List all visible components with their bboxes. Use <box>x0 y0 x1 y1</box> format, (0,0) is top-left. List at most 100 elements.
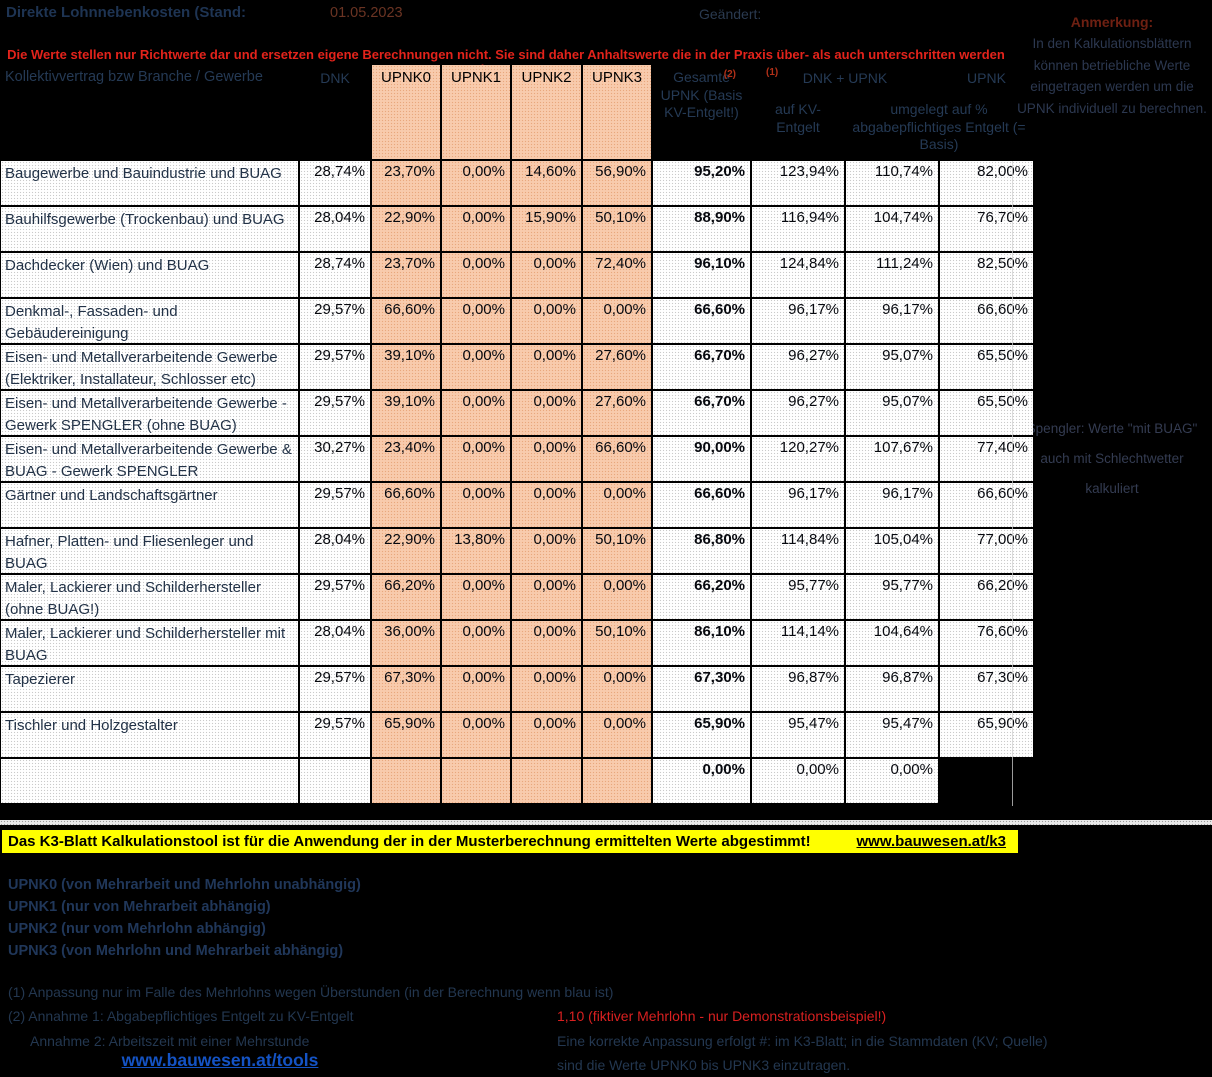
value-cell[interactable]: 67,30% <box>940 667 1033 711</box>
header-right-group[interactable]: DNK + UPNK (1) UPNK auf KV-Entgelt umgel… <box>752 65 1033 159</box>
value-cell[interactable] <box>583 759 651 803</box>
value-cell[interactable]: 96,27% <box>752 391 844 435</box>
header-upnk1[interactable]: UPNK1 <box>442 65 510 159</box>
value-cell[interactable]: 67,30% <box>372 667 440 711</box>
value-cell[interactable]: 29,57% <box>300 391 370 435</box>
header-upnk0[interactable]: UPNK0 <box>372 65 440 159</box>
value-cell[interactable]: 56,90% <box>583 161 651 205</box>
value-cell[interactable]: 96,10% <box>653 253 750 297</box>
value-cell[interactable]: 66,60% <box>372 299 440 343</box>
value-cell[interactable]: 0,00% <box>583 667 651 711</box>
value-cell[interactable]: 29,57% <box>300 345 370 389</box>
value-cell[interactable] <box>940 759 1033 803</box>
value-cell[interactable]: 0,00% <box>442 161 510 205</box>
row-label-cell[interactable] <box>1 759 298 803</box>
value-cell[interactable]: 66,70% <box>653 345 750 389</box>
value-cell[interactable]: 28,04% <box>300 621 370 665</box>
value-cell[interactable]: 0,00% <box>512 483 581 527</box>
row-label-cell[interactable]: Baugewerbe und Bauindustrie und BUAG <box>1 161 298 205</box>
value-cell[interactable]: 76,70% <box>940 207 1033 251</box>
value-cell[interactable]: 66,20% <box>940 575 1033 619</box>
value-cell[interactable]: 39,10% <box>372 391 440 435</box>
row-label-cell[interactable]: Eisen- und Metallverarbeitende Gewerbe &… <box>1 437 298 481</box>
value-cell[interactable]: 96,17% <box>846 299 938 343</box>
row-label-cell[interactable]: Gärtner und Landschaftsgärtner <box>1 483 298 527</box>
value-cell[interactable]: 0,00% <box>442 207 510 251</box>
value-cell[interactable]: 0,00% <box>512 621 581 665</box>
value-cell[interactable]: 0,00% <box>846 759 938 803</box>
row-label-cell[interactable]: Maler, Lackierer und Schilderhersteller … <box>1 575 298 619</box>
value-cell[interactable]: 0,00% <box>442 483 510 527</box>
k3-link[interactable]: www.bauwesen.at/k3 <box>857 833 1007 850</box>
value-cell[interactable]: 66,20% <box>372 575 440 619</box>
value-cell[interactable]: 0,00% <box>442 345 510 389</box>
value-cell[interactable]: 96,27% <box>752 345 844 389</box>
value-cell[interactable]: 95,07% <box>846 391 938 435</box>
value-cell[interactable]: 29,57% <box>300 713 370 757</box>
value-cell[interactable]: 95,77% <box>752 575 844 619</box>
header-dnk[interactable]: DNK <box>300 65 370 159</box>
value-cell[interactable]: 66,70% <box>653 391 750 435</box>
value-cell[interactable]: 0,00% <box>442 713 510 757</box>
value-cell[interactable]: 116,94% <box>752 207 844 251</box>
value-cell[interactable]: 0,00% <box>512 253 581 297</box>
value-cell[interactable]: 0,00% <box>512 575 581 619</box>
value-cell[interactable]: 82,50% <box>940 253 1033 297</box>
value-cell[interactable]: 23,70% <box>372 161 440 205</box>
header-upnk3[interactable]: UPNK3 <box>583 65 651 159</box>
value-cell[interactable]: 22,90% <box>372 207 440 251</box>
value-cell[interactable]: 86,10% <box>653 621 750 665</box>
value-cell[interactable]: 23,70% <box>372 253 440 297</box>
value-cell[interactable]: 0,00% <box>512 299 581 343</box>
value-cell[interactable]: 0,00% <box>583 299 651 343</box>
value-cell[interactable]: 0,00% <box>583 575 651 619</box>
value-cell[interactable]: 28,74% <box>300 161 370 205</box>
value-cell[interactable]: 28,04% <box>300 207 370 251</box>
value-cell[interactable] <box>512 759 581 803</box>
value-cell[interactable]: 50,10% <box>583 207 651 251</box>
value-cell[interactable]: 77,00% <box>940 529 1033 573</box>
value-cell[interactable]: 36,00% <box>372 621 440 665</box>
value-cell[interactable]: 124,84% <box>752 253 844 297</box>
value-cell[interactable]: 96,17% <box>752 483 844 527</box>
value-cell[interactable]: 27,60% <box>583 391 651 435</box>
value-cell[interactable]: 29,57% <box>300 299 370 343</box>
value-cell[interactable]: 39,10% <box>372 345 440 389</box>
value-cell[interactable]: 110,74% <box>846 161 938 205</box>
value-cell[interactable]: 104,74% <box>846 207 938 251</box>
value-cell[interactable]: 95,47% <box>846 713 938 757</box>
value-cell[interactable]: 65,50% <box>940 391 1033 435</box>
value-cell[interactable]: 76,60% <box>940 621 1033 665</box>
value-cell[interactable]: 22,90% <box>372 529 440 573</box>
value-cell[interactable]: 0,00% <box>512 391 581 435</box>
value-cell[interactable]: 72,40% <box>583 253 651 297</box>
value-cell[interactable]: 95,20% <box>653 161 750 205</box>
header-gesamt-upnk[interactable]: Gesamte UPNK (Basis KV-Entgelt!) (2) <box>653 65 750 159</box>
value-cell[interactable]: 66,20% <box>653 575 750 619</box>
value-cell[interactable]: 15,90% <box>512 207 581 251</box>
value-cell[interactable]: 96,87% <box>752 667 844 711</box>
value-cell[interactable]: 0,00% <box>442 391 510 435</box>
value-cell[interactable] <box>300 759 370 803</box>
value-cell[interactable]: 0,00% <box>512 713 581 757</box>
value-cell[interactable]: 0,00% <box>512 345 581 389</box>
value-cell[interactable]: 111,24% <box>846 253 938 297</box>
value-cell[interactable]: 50,10% <box>583 621 651 665</box>
row-label-cell[interactable]: Maler, Lackierer und Schilderhersteller … <box>1 621 298 665</box>
header-upnk2[interactable]: UPNK2 <box>512 65 581 159</box>
row-label-cell[interactable]: Tapezierer <box>1 667 298 711</box>
value-cell[interactable]: 77,40% <box>940 437 1033 481</box>
value-cell[interactable]: 96,17% <box>752 299 844 343</box>
value-cell[interactable]: 0,00% <box>653 759 750 803</box>
value-cell[interactable]: 107,67% <box>846 437 938 481</box>
value-cell[interactable]: 27,60% <box>583 345 651 389</box>
row-label-cell[interactable]: Denkmal-, Fassaden- und Gebäudereinigung <box>1 299 298 343</box>
value-cell[interactable]: 0,00% <box>583 713 651 757</box>
value-cell[interactable]: 0,00% <box>442 621 510 665</box>
value-cell[interactable]: 95,47% <box>752 713 844 757</box>
value-cell[interactable]: 96,87% <box>846 667 938 711</box>
value-cell[interactable]: 28,74% <box>300 253 370 297</box>
row-label-cell[interactable]: Dachdecker (Wien) und BUAG <box>1 253 298 297</box>
value-cell[interactable]: 86,80% <box>653 529 750 573</box>
value-cell[interactable]: 0,00% <box>442 575 510 619</box>
